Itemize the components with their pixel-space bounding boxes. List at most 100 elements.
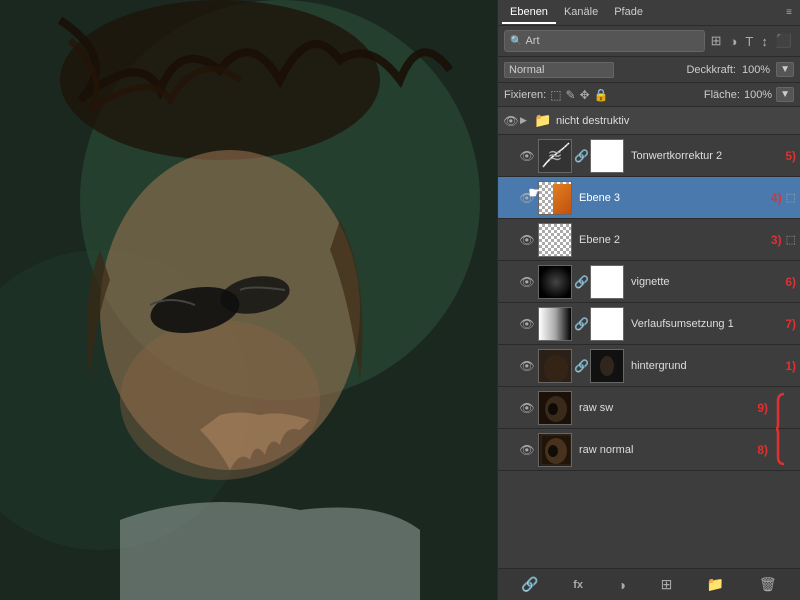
filter-text-icon[interactable]: T (743, 33, 755, 50)
layer-row[interactable]: 👁 🔗 hintergrund 1) (498, 345, 800, 387)
filter-smart-icon[interactable]: ⬛ (774, 32, 794, 50)
layer-eye-rawsw[interactable]: 👁 (518, 401, 536, 415)
layer-row[interactable]: 👁 raw normal 8) (498, 429, 800, 471)
search-icons-row: ⊞ ◑ T ↕ ⬛ (709, 32, 794, 50)
layer-badge-hintergrund: 1) (785, 359, 796, 373)
layer-eye-ebene2[interactable]: 👁 (518, 233, 536, 247)
layer-thumb-vignette (538, 265, 572, 299)
layer-mask-verlauf (590, 307, 624, 341)
filter-adjust-icon[interactable]: ◑ (728, 33, 740, 50)
fix-icon-lock[interactable]: 🔒 (594, 88, 609, 102)
layer-name-vignette: vignette (631, 276, 783, 288)
group-name: nicht destruktiv (556, 115, 629, 127)
fix-icon-draw[interactable]: ✎ (566, 88, 576, 102)
layer-eye-tonwert[interactable]: 👁 (518, 149, 536, 163)
layer-row[interactable]: 👁 🔗 vignette 6) (498, 261, 800, 303)
bottom-trash-icon[interactable]: 🗑 (755, 574, 781, 595)
canvas-area (0, 0, 497, 600)
bottom-fx-icon[interactable]: fx (569, 577, 587, 593)
filter-shape-icon[interactable]: ↕ (759, 33, 770, 50)
hintergrund-mask-svg (598, 349, 616, 383)
panel-collapse-icon[interactable]: ≡ (782, 5, 796, 20)
layer-row[interactable]: 👁 🔗 Verlaufsumsetzung 1 7) (498, 303, 800, 345)
curves-thumb-svg (539, 139, 571, 173)
layer-badge-rawsw: 9) (757, 401, 768, 415)
bottom-group-icon[interactable]: 📁 (703, 574, 728, 595)
layer-extra-ebene3[interactable]: ⬚ (786, 191, 796, 204)
fix-icon-position[interactable]: ⬚ (550, 88, 561, 102)
canvas-image (0, 0, 497, 600)
search-input-wrapper[interactable]: 🔍 (504, 30, 705, 52)
blend-mode-row: Normal Multiplizieren Abwedeln Deckkraft… (498, 57, 800, 83)
layer-thumb-ebene2 (538, 223, 572, 257)
layer-thumb-rawsw (538, 391, 572, 425)
opacity-dropdown-btn[interactable]: ▼ (776, 62, 794, 77)
layer-badge-vignette: 6) (785, 275, 796, 289)
layer-row[interactable]: 👁 raw sw 9) (498, 387, 800, 429)
layer-thumb-rawnormal (538, 433, 572, 467)
layer-name-ebene3: Ebene 3 (579, 192, 769, 204)
layer-badge-ebene3: 4) (771, 191, 782, 205)
layer-name-ebene2: Ebene 2 (579, 234, 769, 246)
group-collapse-triangle[interactable]: ▶ (520, 115, 534, 126)
tab-bar: Ebenen Kanäle Pfade ≡ (498, 0, 800, 26)
red-brace-container (774, 389, 794, 469)
layer-link-tonwert: 🔗 (574, 149, 588, 163)
layer-badge-verlauf: 7) (785, 317, 796, 331)
layer-thumb-ebene3 (538, 181, 572, 215)
tab-kanale[interactable]: Kanäle (556, 2, 606, 24)
layer-name-tonwert: Tonwertkorrektur 2 (631, 150, 783, 162)
layer-mask-tonwert (590, 139, 624, 173)
layer-name-rawsw: raw sw (579, 402, 755, 414)
group-visibility-eye[interactable]: 👁 (502, 114, 520, 128)
layer-eye-vignette[interactable]: 👁 (518, 275, 536, 289)
layers-list: 👁 ▶ 📁 nicht destruktiv 👁 🔗 Tonwertkorrek… (498, 107, 800, 568)
hintergrund-thumb-svg (539, 349, 571, 383)
search-input[interactable] (525, 35, 605, 47)
layer-row[interactable]: 👁 🔗 Tonwertkorrektur 2 5) (498, 135, 800, 177)
red-brace-svg (774, 389, 794, 469)
fill-value: 100% (744, 89, 772, 101)
photo-svg (0, 0, 497, 600)
filter-image-icon[interactable]: ⊞ (709, 32, 724, 50)
layer-row[interactable]: 👁 Ebene 2 3) ⬚ (498, 219, 800, 261)
rawnormal-thumb-svg (539, 433, 571, 467)
blend-mode-select[interactable]: Normal Multiplizieren Abwedeln (504, 62, 614, 78)
vignette-thumb-svg (539, 265, 571, 299)
tab-pfade[interactable]: Pfade (606, 2, 651, 24)
opacity-value: 100% (742, 64, 770, 76)
layer-name-rawnormal: raw normal (579, 444, 755, 456)
layer-name-hintergrund: hintergrund (631, 360, 783, 372)
layer-thumb-hintergrund (538, 349, 572, 383)
layer-eye-hintergrund[interactable]: 👁 (518, 359, 536, 373)
fix-label: Fixieren: (504, 89, 546, 101)
layer-eye-verlauf[interactable]: 👁 (518, 317, 536, 331)
layer-row[interactable]: 👁 ☛ Ebene 3 4) ⬚ (498, 177, 800, 219)
bottom-link-icon[interactable]: 🔗 (517, 574, 542, 595)
rawsw-thumb-svg (539, 391, 571, 425)
layer-link-verlauf: 🔗 (574, 317, 588, 331)
group-folder-icon: 📁 (534, 112, 552, 129)
fill-dropdown-btn[interactable]: ▼ (776, 87, 794, 102)
orange-part (553, 184, 571, 214)
tab-ebenen[interactable]: Ebenen (502, 2, 556, 24)
layer-extra-ebene2[interactable]: ⬚ (786, 233, 796, 246)
bottom-mask-icon[interactable]: ◑ (614, 575, 630, 595)
layer-link-vignette: 🔗 (574, 275, 588, 289)
search-icon: 🔍 (510, 36, 522, 47)
layer-eye-ebene3[interactable]: 👁 (518, 191, 536, 205)
opacity-label: Deckkraft: (686, 64, 736, 76)
bottom-adjustment-icon[interactable]: ⊞ (657, 574, 677, 595)
fix-icon-move[interactable]: ✥ (580, 88, 590, 102)
layer-eye-rawnormal[interactable]: 👁 (518, 443, 536, 457)
fill-label: Fläche: (704, 89, 740, 101)
fix-row: Fixieren: ⬚ ✎ ✥ 🔒 Fläche: 100% ▼ (498, 83, 800, 107)
search-bar: 🔍 ⊞ ◑ T ↕ ⬛ (498, 26, 800, 57)
layer-link-hintergrund: 🔗 (574, 359, 588, 373)
layer-mask-vignette (590, 265, 624, 299)
layer-group-header[interactable]: 👁 ▶ 📁 nicht destruktiv (498, 107, 800, 135)
layer-name-verlauf: Verlaufsumsetzung 1 (631, 318, 783, 330)
layer-badge-rawnormal: 8) (757, 443, 768, 457)
layer-thumb-verlauf (538, 307, 572, 341)
layer-mask-hintergrund (590, 349, 624, 383)
